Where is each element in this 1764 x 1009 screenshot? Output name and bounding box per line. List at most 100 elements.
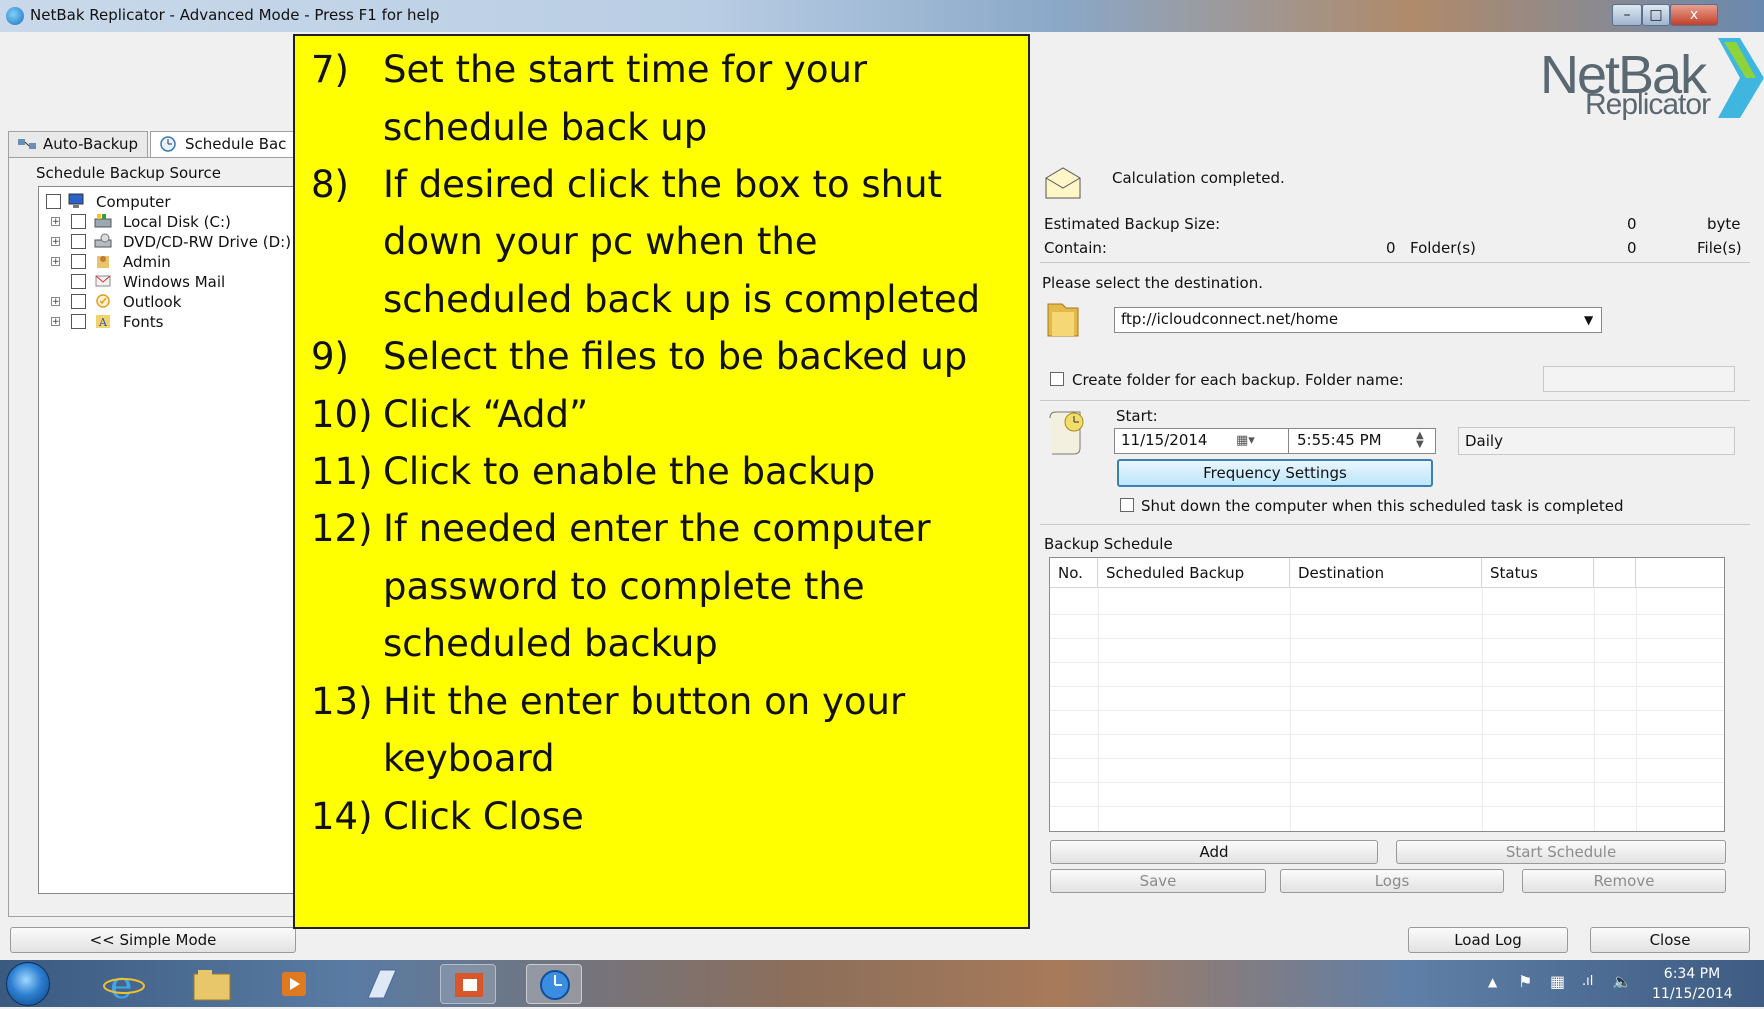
tray-expand-icon[interactable]: ▲ <box>1488 975 1497 989</box>
file-count: 0 <box>1627 239 1637 257</box>
window-title: NetBak Replicator - Advanced Mode - Pres… <box>30 6 440 24</box>
table-row <box>1050 782 1724 783</box>
expand-toggle[interactable]: + <box>51 297 60 307</box>
folder-count: 0 <box>1386 239 1396 257</box>
tree-item-fonts[interactable]: Fonts <box>123 313 163 331</box>
step-number: 8) <box>311 163 349 206</box>
svg-text:e: e <box>110 964 133 1004</box>
signal-icon[interactable]: .ıl <box>1582 974 1593 989</box>
minimize-button[interactable]: – <box>1612 4 1642 26</box>
remove-button[interactable]: Remove <box>1522 869 1726 893</box>
step-text: scheduled backup <box>383 622 718 665</box>
checkbox-admin[interactable] <box>71 254 86 269</box>
destination-dropdown[interactable]: ftp://icloudconnect.net/home <box>1114 307 1602 333</box>
checkbox-outlook[interactable] <box>71 294 86 309</box>
start-schedule-button[interactable]: Start Schedule <box>1396 840 1726 864</box>
notepad-icon[interactable] <box>354 964 410 1004</box>
table-row <box>1050 662 1724 663</box>
destination-prompt: Please select the destination. <box>1042 274 1263 292</box>
step-text: Click “Add” <box>383 393 589 436</box>
tree-item-windows-mail[interactable]: Windows Mail <box>123 273 225 291</box>
close-window-button[interactable]: x <box>1670 4 1718 26</box>
checkbox-dvd-drive[interactable] <box>71 234 86 249</box>
table-row <box>1050 614 1724 615</box>
checkbox-windows-mail[interactable] <box>71 274 86 289</box>
schedule-scroll-icon <box>1049 411 1084 455</box>
source-panel-label: Schedule Backup Source <box>36 164 221 182</box>
close-button[interactable]: Close <box>1590 927 1750 953</box>
schedule-table[interactable]: No. Scheduled Backup Destination Status <box>1049 557 1725 832</box>
create-folder-checkbox[interactable] <box>1050 372 1064 386</box>
create-folder-label: Create folder for each backup. Folder na… <box>1072 371 1404 389</box>
step-number: 11) <box>311 450 373 493</box>
tree-item-computer[interactable]: Computer <box>96 193 171 211</box>
computer-icon <box>68 193 84 208</box>
clock-icon <box>160 136 176 152</box>
tree-item-local-disk[interactable]: Local Disk (C:) <box>123 213 231 231</box>
netbak-icon[interactable] <box>526 964 582 1004</box>
estimated-size-value: 0 <box>1627 215 1637 233</box>
tree-item-dvd-drive[interactable]: DVD/CD-RW Drive (D:) <box>123 233 291 251</box>
simple-mode-button[interactable]: << Simple Mode <box>10 927 296 953</box>
folder-name-input[interactable] <box>1543 366 1735 392</box>
status-message: Calculation completed. <box>1112 169 1285 187</box>
media-player-icon[interactable] <box>266 964 322 1004</box>
tree-item-admin[interactable]: Admin <box>123 253 171 271</box>
step-text: If needed enter the computer <box>383 507 931 550</box>
tree-item-outlook[interactable]: Outlook <box>123 293 181 311</box>
add-button[interactable]: Add <box>1050 840 1378 864</box>
column-divider <box>1636 588 1637 831</box>
start-date-picker[interactable]: 11/15/2014 <box>1114 428 1298 454</box>
outlook-icon[interactable] <box>440 964 496 1004</box>
divider <box>1040 524 1750 525</box>
expand-toggle[interactable]: + <box>51 257 60 267</box>
step-text: Set the start time for your <box>383 48 868 91</box>
calendar-dropdown-icon[interactable]: ▦▾ <box>1236 433 1255 448</box>
logs-button[interactable]: Logs <box>1280 869 1504 893</box>
frequency-display: Daily <box>1458 427 1735 455</box>
chevron-down-icon[interactable]: ▼ <box>1584 313 1593 327</box>
contain-label: Contain: <box>1044 239 1107 257</box>
network-tray-icon[interactable]: ▦ <box>1550 972 1565 991</box>
start-time-picker[interactable]: 5:55:45 PM <box>1288 428 1436 454</box>
column-header-scheduled-backup[interactable]: Scheduled Backup <box>1098 558 1290 588</box>
tab-auto-backup[interactable]: Auto-Backup <box>8 131 148 157</box>
maximize-button[interactable]: □ <box>1642 4 1670 26</box>
envelope-icon <box>1045 167 1081 199</box>
column-header-status[interactable]: Status <box>1482 558 1594 588</box>
svg-text:A: A <box>98 316 108 329</box>
expand-toggle[interactable]: + <box>51 317 60 327</box>
step-text: Click Close <box>383 795 584 838</box>
step-text: down your pc when the <box>383 220 818 263</box>
tray-time[interactable]: 6:34 PM <box>1656 966 1728 982</box>
checkbox-local-disk[interactable] <box>71 214 86 229</box>
file-explorer-icon[interactable] <box>184 964 240 1004</box>
start-time-value: 5:55:45 PM <box>1297 431 1382 449</box>
load-log-button[interactable]: Load Log <box>1408 927 1568 953</box>
column-header-extra <box>1636 558 1724 588</box>
table-row <box>1050 806 1724 807</box>
volume-icon[interactable]: 🔈 <box>1612 972 1632 991</box>
time-spinner-icon[interactable]: ▲ ▼ <box>1416 431 1424 450</box>
shutdown-checkbox[interactable] <box>1120 498 1134 512</box>
column-header-no[interactable]: No. <box>1050 558 1098 588</box>
start-button[interactable] <box>6 962 50 1006</box>
checkbox-computer[interactable] <box>46 194 61 209</box>
mail-icon <box>95 275 111 287</box>
column-divider <box>1290 588 1291 831</box>
column-header-destination[interactable]: Destination <box>1290 558 1482 588</box>
tab-schedule-backup[interactable]: Schedule Bac <box>150 131 300 157</box>
estimated-size-unit: byte <box>1707 215 1741 233</box>
internet-explorer-icon[interactable]: e <box>96 963 152 1007</box>
tray-date[interactable]: 11/15/2014 <box>1652 986 1733 1002</box>
step-text: Click to enable the backup <box>383 450 876 493</box>
expand-toggle[interactable]: + <box>51 217 60 227</box>
step-number: 13) <box>311 680 373 723</box>
tab-auto-backup-label: Auto-Backup <box>43 135 138 153</box>
dvd-icon <box>94 233 112 248</box>
expand-toggle[interactable]: + <box>51 237 60 247</box>
checkbox-fonts[interactable] <box>71 314 86 329</box>
action-center-flag-icon[interactable]: ⚑ <box>1518 972 1532 991</box>
frequency-settings-button[interactable]: Frequency Settings <box>1117 459 1433 487</box>
save-button[interactable]: Save <box>1050 869 1266 893</box>
